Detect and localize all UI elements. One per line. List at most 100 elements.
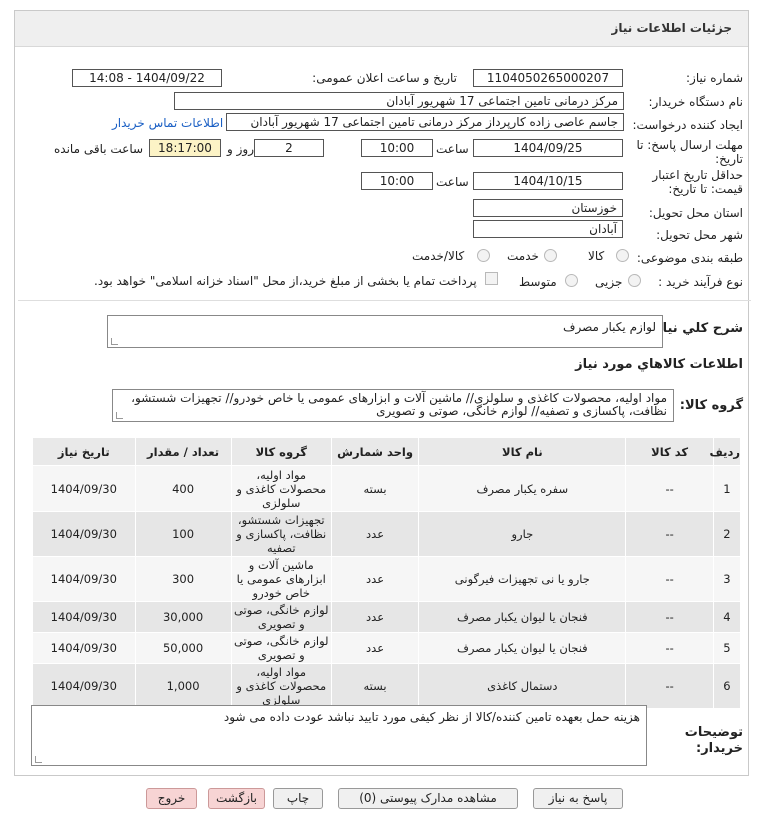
cell-name: فنجان یا لیوان یکبار مصرف xyxy=(418,601,627,633)
reply-button[interactable]: پاسخ به نیاز xyxy=(533,788,623,809)
announce-label: تاریخ و ساعت اعلان عمومی: xyxy=(312,71,457,85)
treasury-checkbox[interactable] xyxy=(485,272,498,285)
cell-qty: 400 xyxy=(134,465,232,512)
deadline-time-label: ساعت xyxy=(436,142,469,156)
col-header-unit: واحد شمارش xyxy=(330,437,420,466)
validity-time-label: ساعت xyxy=(436,175,469,189)
remaining-time-label: ساعت باقی مانده xyxy=(54,142,144,156)
resize-grip-icon xyxy=(116,412,123,419)
validity-time-field: 10:00 xyxy=(361,172,433,190)
buyer-label: نام دستگاه خریدار: xyxy=(648,95,744,109)
cell-name: دستمال کاغذی xyxy=(418,663,627,709)
summary-label: شرح کلي نياز: xyxy=(649,321,743,336)
cell-code: -- xyxy=(625,465,714,512)
exit-button[interactable]: خروج xyxy=(146,788,197,809)
treasury-payment-text: پرداخت تمام یا بخشی از مبلغ خرید،از محل … xyxy=(94,274,477,288)
deadline-label-2: تاریخ: xyxy=(715,152,743,166)
cell-date: 1404/09/30 xyxy=(32,601,136,633)
deadline-date-field: 1404/09/25 xyxy=(473,139,623,157)
cell-group: مواد اولیه، محصولات کاغذی و سلولزی xyxy=(230,465,332,512)
resize-grip-icon xyxy=(111,338,118,345)
cell-code: -- xyxy=(625,663,714,709)
process-radio-minor[interactable] xyxy=(628,274,641,287)
col-header-index: ردیف xyxy=(709,437,742,466)
cell-code: -- xyxy=(625,556,714,602)
cell-index: 2 xyxy=(712,511,742,557)
cell-qty: 30,000 xyxy=(134,601,232,633)
buyer-notes-label-2: خریدار: xyxy=(696,741,743,756)
cell-group: ماشین آلات و ابزارهای عمومی یا خاص خودرو xyxy=(230,556,332,602)
buyer-notes-label-1: توضیحات xyxy=(684,725,743,740)
cell-unit: عدد xyxy=(330,601,420,633)
province-field: خوزستان xyxy=(473,199,623,217)
goods-group-text: مواد اولیه، محصولات کاغذی و سلولزی// ماش… xyxy=(131,391,667,418)
cell-index: 3 xyxy=(712,556,742,602)
buyer-notes-field: هزینه حمل بعهده تامین کننده/کالا از نظر … xyxy=(31,705,647,766)
category-option-goods: کالا xyxy=(588,249,605,263)
validity-label-2: قیمت: تا تاریخ: xyxy=(668,182,743,196)
cell-qty: 1,000 xyxy=(134,663,232,709)
divider xyxy=(18,300,751,301)
process-option-minor: جزیی xyxy=(595,275,623,289)
validity-label-1: حداقل تاریخ اعتبار xyxy=(652,168,743,182)
cell-date: 1404/09/30 xyxy=(32,632,136,664)
cell-group: لوازم خانگی، صوتی و تصویری xyxy=(230,632,332,664)
deadline-time-field: 10:00 xyxy=(361,139,433,157)
back-button[interactable]: بازگشت xyxy=(208,788,265,809)
table-header-row: ردیف کد کالا نام کالا واحد شمارش گروه کا… xyxy=(32,437,742,466)
category-radio-goods[interactable] xyxy=(616,249,629,262)
buyer-notes-text: هزینه حمل بعهده تامین کننده/کالا از نظر … xyxy=(223,710,640,724)
cell-code: -- xyxy=(625,601,714,633)
table-row[interactable]: 4 -- فنجان یا لیوان یکبار مصرف عدد لوازم… xyxy=(32,601,742,633)
cell-index: 4 xyxy=(712,601,742,633)
cell-qty: 100 xyxy=(134,511,232,557)
cell-unit: بسته xyxy=(330,663,420,709)
cell-unit: بسته xyxy=(330,465,420,512)
category-radio-service[interactable] xyxy=(544,249,557,262)
cell-name: جارو xyxy=(418,511,627,557)
cell-code: -- xyxy=(625,632,714,664)
col-header-group: گروه کالا xyxy=(230,437,332,466)
col-header-code: کد کالا xyxy=(625,437,714,466)
cell-index: 6 xyxy=(712,663,742,709)
cell-unit: عدد xyxy=(330,632,420,664)
announce-field: 1404/09/22 - 14:08 xyxy=(72,69,222,87)
table-row[interactable]: 6 -- دستمال کاغذی بسته مواد اولیه، محصول… xyxy=(32,663,742,709)
summary-field: لوازم یکبار مصرف xyxy=(107,315,663,348)
cell-date: 1404/09/30 xyxy=(32,556,136,602)
panel-title: جزئیات اطلاعات نیاز xyxy=(611,21,732,35)
deadline-label-1: مهلت ارسال پاسخ: تا xyxy=(636,138,743,152)
view-attachments-button[interactable]: مشاهده مدارک پیوستی (0) xyxy=(338,788,518,809)
process-label: نوع فرآیند خرید : xyxy=(658,275,743,289)
cell-group: تجهیزات شستشو، نظافت، پاکسازی و تصفیه xyxy=(230,511,332,557)
cell-name: سفره یکبار مصرف xyxy=(418,465,627,512)
cell-index: 5 xyxy=(712,632,742,664)
days-field: 2 xyxy=(254,139,324,157)
cell-qty: 50,000 xyxy=(134,632,232,664)
table-row[interactable]: 5 -- فنجان یا لیوان یکبار مصرف عدد لوازم… xyxy=(32,632,742,664)
table-row[interactable]: 1 -- سفره یکبار مصرف بسته مواد اولیه، مح… xyxy=(32,465,742,512)
goods-group-label: گروه کالا: xyxy=(679,398,743,413)
cell-unit: عدد xyxy=(330,556,420,602)
summary-text: لوازم یکبار مصرف xyxy=(563,320,656,334)
city-label: شهر محل تحویل: xyxy=(656,228,743,242)
cell-qty: 300 xyxy=(134,556,232,602)
remaining-time-field: 18:17:00 xyxy=(149,139,221,157)
category-label: طبقه بندی موضوعی: xyxy=(636,251,743,265)
table-row[interactable]: 3 -- جارو یا نی تجهیزات فیرگونی عدد ماشی… xyxy=(32,556,742,602)
cell-group: مواد اولیه، محصولات کاغذی و سلولزی xyxy=(230,663,332,709)
resize-grip-icon xyxy=(35,756,42,763)
table-row[interactable]: 2 -- جارو عدد تجهیزات شستشو، نظافت، پاکس… xyxy=(32,511,742,557)
need-number-field: 1104050265000207 xyxy=(473,69,623,87)
contact-buyer-link[interactable]: اطلاعات تماس خریدار xyxy=(112,116,223,130)
city-field: آبادان xyxy=(473,220,623,238)
panel-titlebar: جزئیات اطلاعات نیاز xyxy=(15,11,748,47)
category-radio-goods-service[interactable] xyxy=(477,249,490,262)
process-option-medium: متوسط xyxy=(519,275,557,289)
cell-date: 1404/09/30 xyxy=(32,511,136,557)
validity-date-field: 1404/10/15 xyxy=(473,172,623,190)
cell-code: -- xyxy=(625,511,714,557)
print-button[interactable]: چاپ xyxy=(273,788,323,809)
process-radio-medium[interactable] xyxy=(565,274,578,287)
col-header-date: تاریخ نیاز xyxy=(32,437,136,466)
